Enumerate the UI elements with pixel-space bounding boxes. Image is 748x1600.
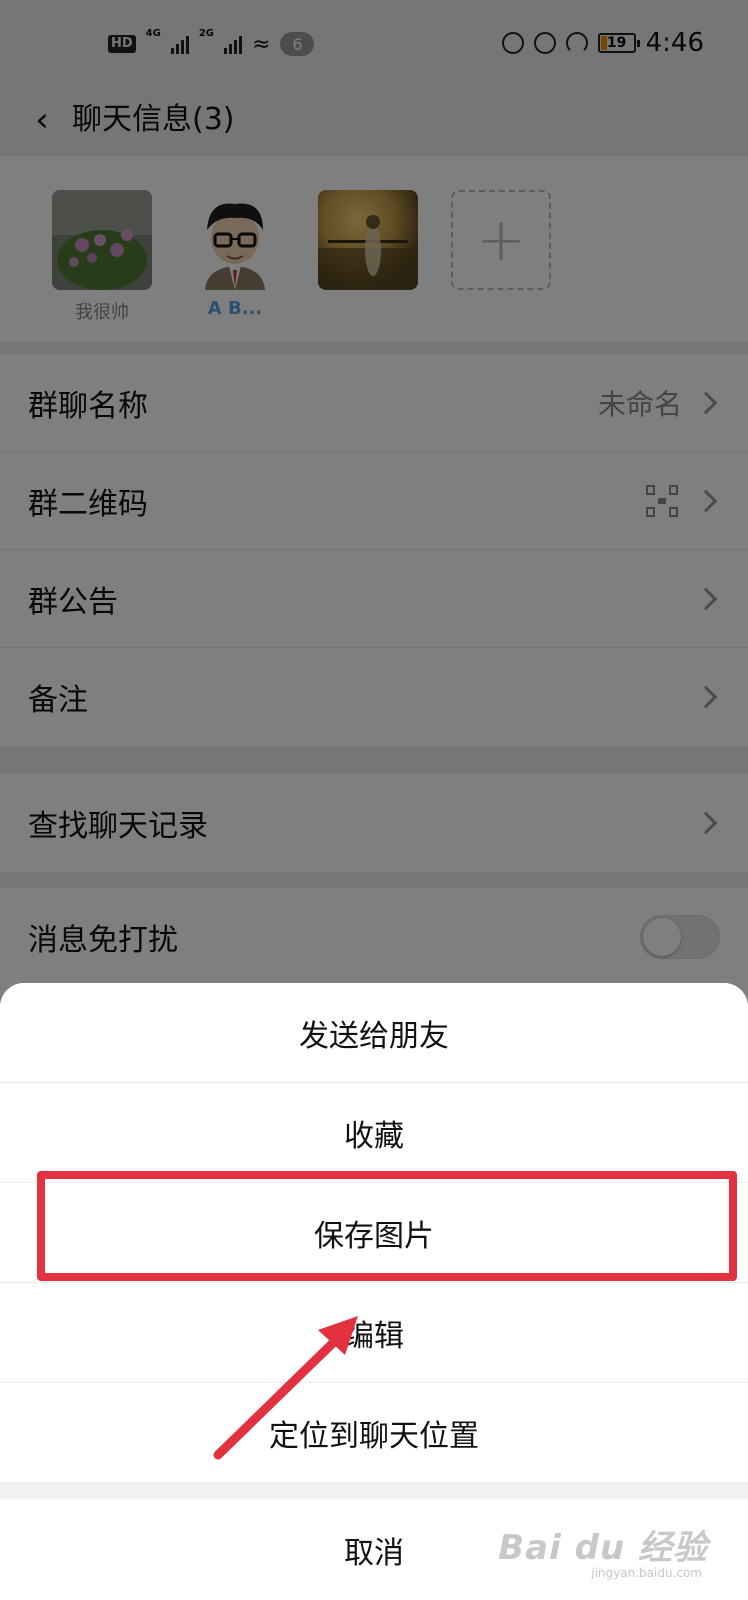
edit-option[interactable]: 编辑 [0, 1283, 748, 1383]
sheet-divider [0, 1483, 748, 1499]
baidu-watermark: Bai du 经验 [498, 1528, 708, 1568]
action-sheet: 发送给朋友 收藏 保存图片 编辑 定位到聊天位置 取消 [0, 983, 748, 1600]
send-to-friend-option[interactable]: 发送给朋友 [0, 983, 748, 1083]
favorite-option[interactable]: 收藏 [0, 1083, 748, 1183]
locate-in-chat-option[interactable]: 定位到聊天位置 [0, 1383, 748, 1483]
baidu-watermark-url: jingyan.baidu.com [591, 1566, 702, 1580]
highlight-box [37, 1171, 737, 1281]
